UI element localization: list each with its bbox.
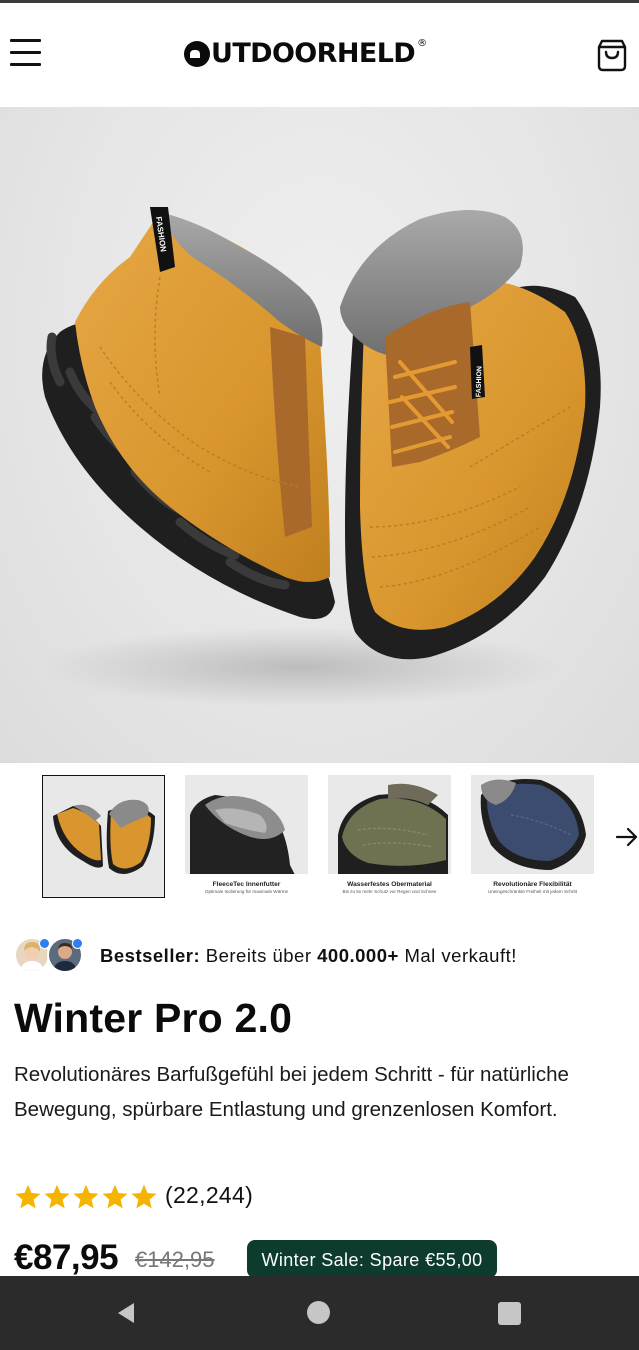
- shopping-bag-icon[interactable]: [594, 37, 630, 73]
- thumbnail-caption: Revolutionäre Flexibilität: [493, 881, 572, 888]
- thumbnail-subcaption: Uneingeschränkte Freiheit mit jedem Schr…: [487, 889, 578, 894]
- sale-badge: Winter Sale: Spare €55,00: [247, 1240, 497, 1278]
- brand-logo[interactable]: UTDOORHELD ®: [184, 36, 427, 72]
- thumbnail-carousel: FleeceTec Innenfutter Optimale Isolierun…: [0, 774, 639, 900]
- logo-text: UTDOORHELD: [211, 38, 416, 69]
- product-description: Revolutionäres Barfußgefühl bei jedem Sc…: [14, 1063, 569, 1121]
- bestseller-banner: Bestseller: Bereits über 400.000+ Mal ve…: [100, 945, 517, 967]
- arrow-right-icon[interactable]: [614, 824, 639, 850]
- star-icon: [15, 1184, 41, 1209]
- star-icon: [131, 1184, 157, 1209]
- star-icon: [102, 1184, 128, 1209]
- bestseller-text: Bereits über: [200, 945, 318, 966]
- thumbnail-subcaption: Bis zu 5x mehr Schutz vor Regen und Schn…: [342, 889, 437, 894]
- current-price: €87,95: [14, 1238, 119, 1277]
- star-rating[interactable]: [14, 1183, 158, 1211]
- home-circle-icon[interactable]: [307, 1301, 330, 1324]
- star-icon: [73, 1184, 99, 1209]
- right-boot: FASHION: [340, 209, 601, 660]
- thumbnail-3[interactable]: Wasserfestes Obermaterial Bis zu 5x mehr…: [328, 775, 451, 898]
- star-icon: [44, 1184, 70, 1209]
- thumbnail-caption: Wasserfestes Obermaterial: [347, 881, 432, 888]
- thumbnail-1[interactable]: [42, 775, 165, 898]
- site-header: UTDOORHELD ®: [0, 3, 639, 107]
- logo-o-mark: [184, 41, 210, 67]
- recents-square-icon[interactable]: [498, 1302, 521, 1325]
- logo-registered-mark: ®: [417, 38, 427, 49]
- original-price: €142,95: [135, 1247, 215, 1272]
- thumbnail-2[interactable]: FleeceTec Innenfutter Optimale Isolierun…: [185, 775, 308, 898]
- right-boot-tag: FASHION: [475, 366, 483, 397]
- thumbnail-4[interactable]: Revolutionäre Flexibilität Uneingeschrän…: [471, 775, 594, 898]
- left-boot: FASHION: [42, 207, 336, 620]
- back-triangle-icon[interactable]: [114, 1301, 138, 1325]
- thumbnail-caption: FleeceTec Innenfutter: [212, 881, 281, 888]
- hamburger-menu-icon[interactable]: [8, 35, 44, 69]
- system-navigation-bar: [0, 1276, 639, 1350]
- verified-badge-icon: [72, 938, 83, 949]
- product-hero-image[interactable]: FASHION FASHION: [0, 107, 639, 763]
- bestseller-count: 400.000+: [317, 945, 399, 966]
- customer-avatars: [14, 937, 86, 975]
- product-title: Winter Pro 2.0: [14, 995, 293, 1041]
- thumbnail-subcaption: Optimale Isolierung für maximale Wärme: [204, 889, 289, 894]
- bestseller-label: Bestseller:: [100, 945, 201, 966]
- bestseller-text-end: Mal verkauft!: [398, 945, 517, 966]
- review-count[interactable]: (22,244): [165, 1182, 253, 1209]
